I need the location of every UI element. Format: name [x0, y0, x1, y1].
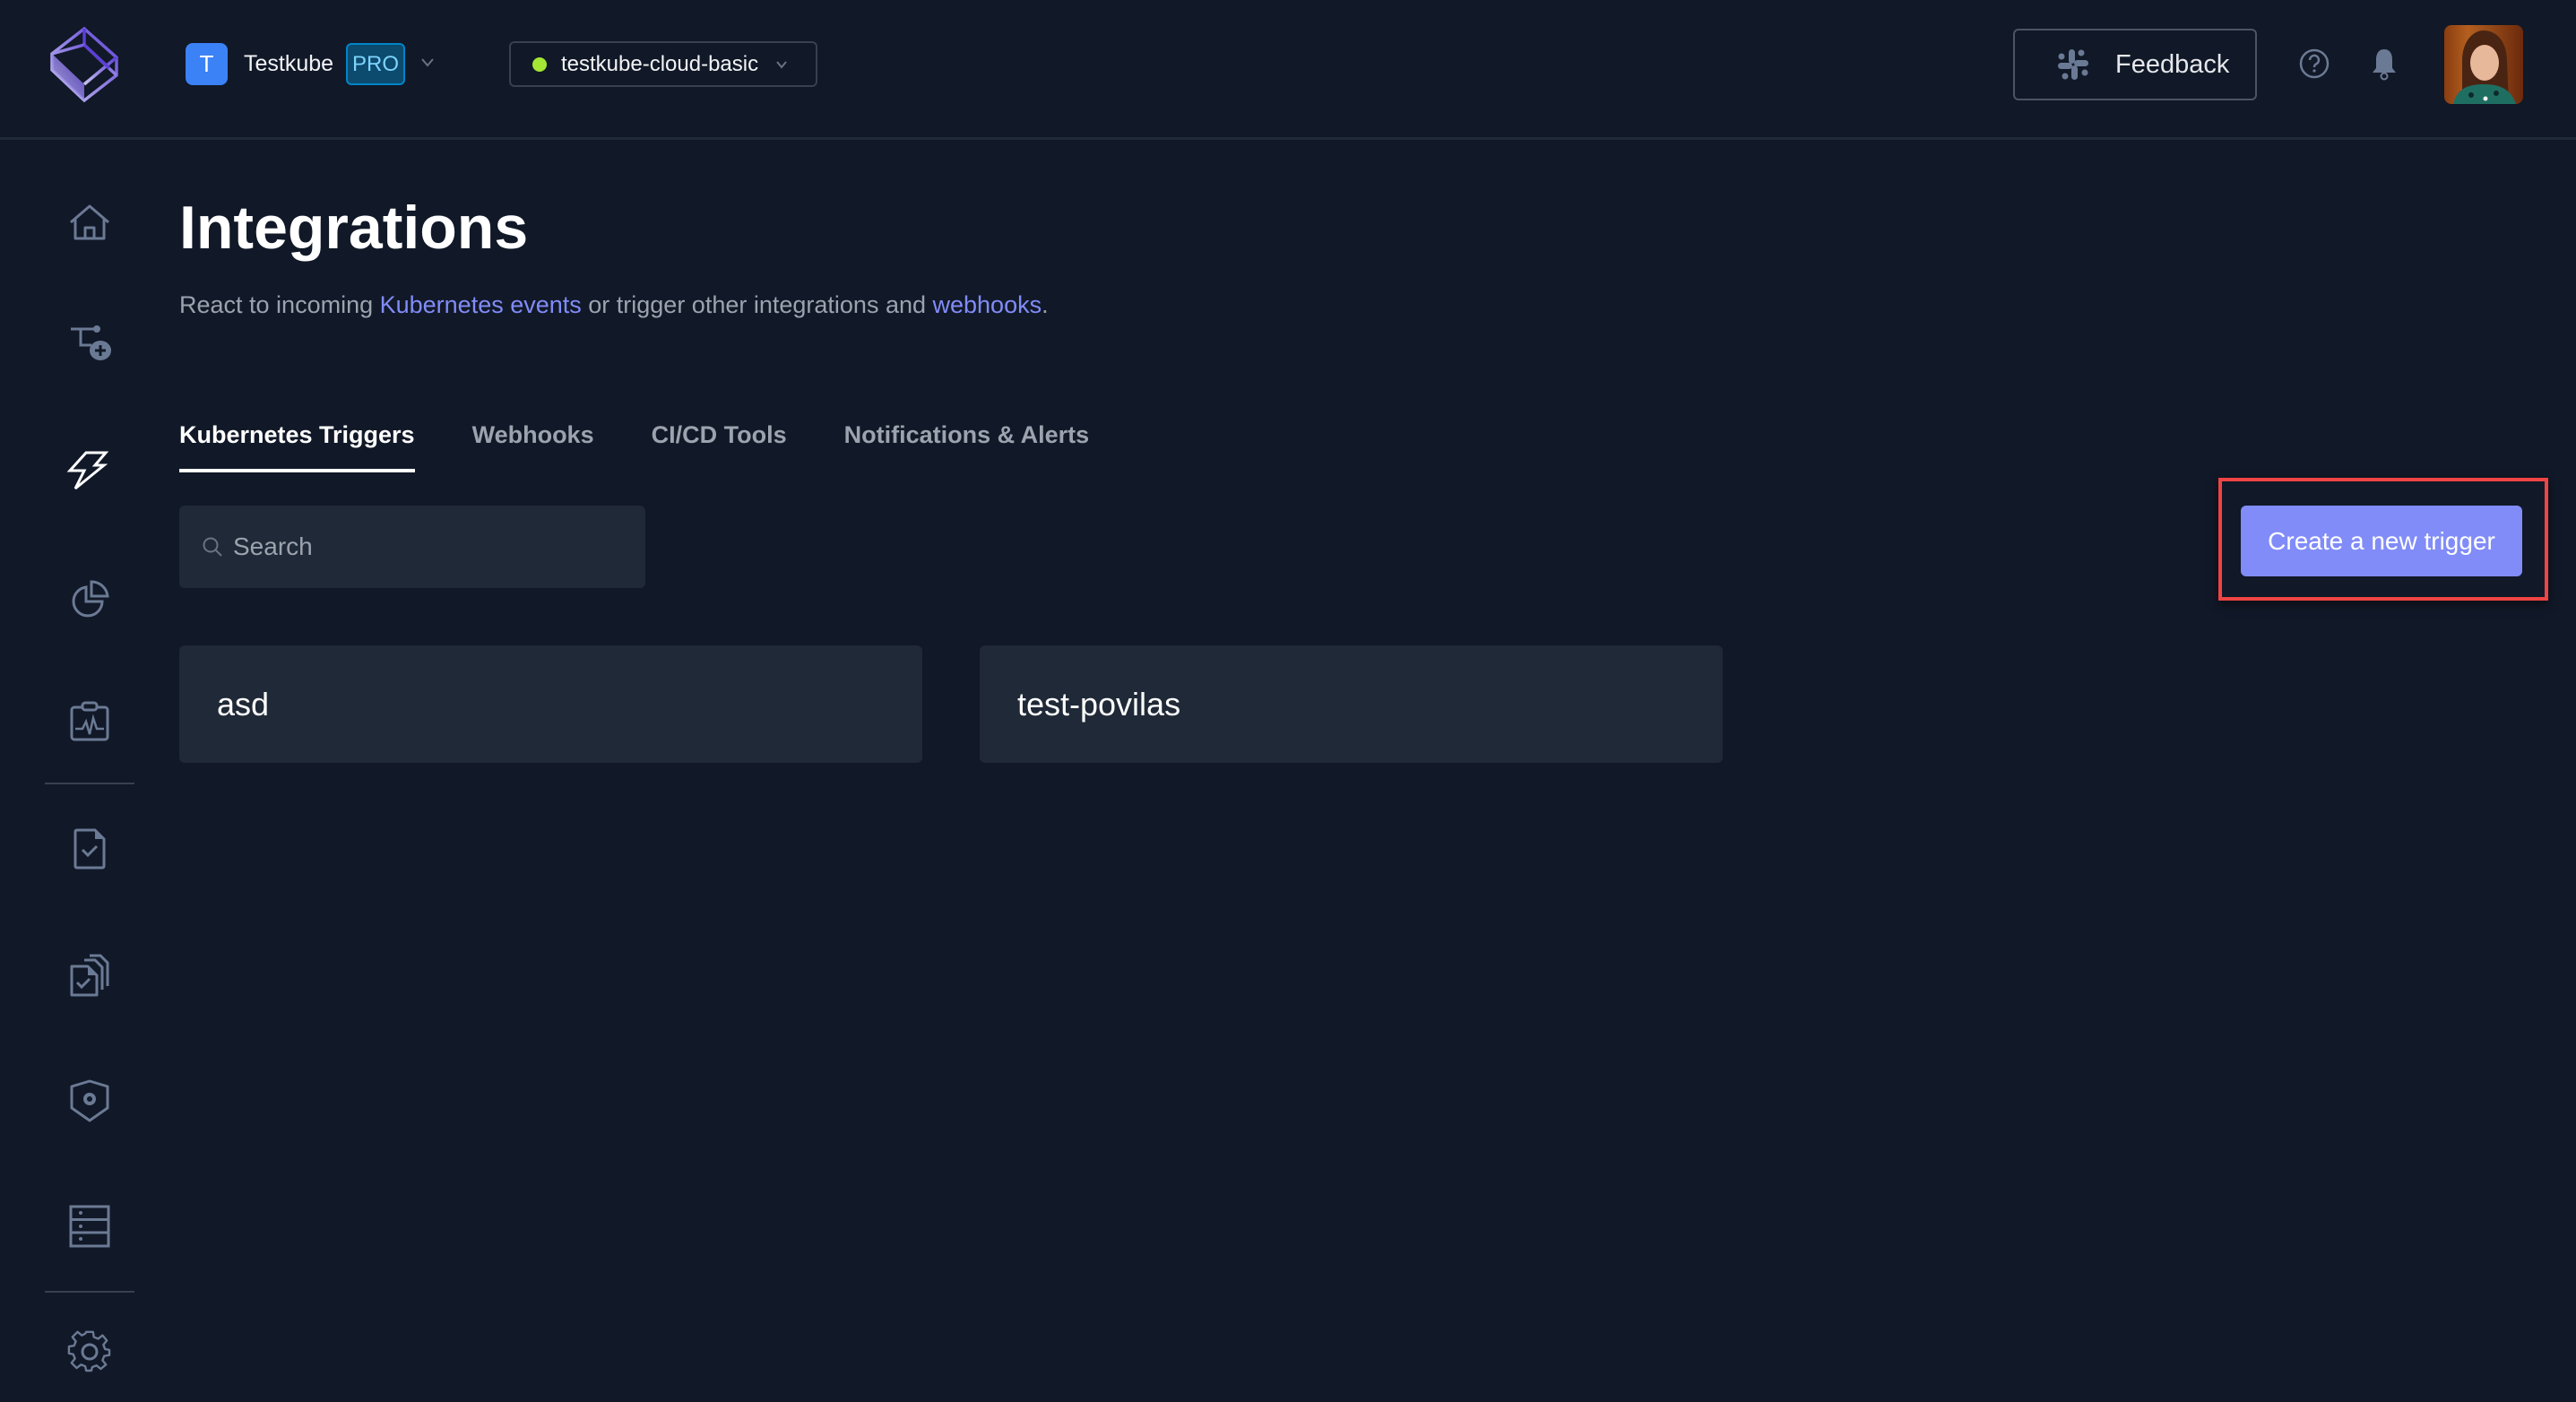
subtitle-text: .: [1042, 291, 1049, 318]
tab-kubernetes-triggers[interactable]: Kubernetes Triggers: [179, 417, 415, 472]
user-avatar[interactable]: [2444, 25, 2523, 104]
sidebar-item-analytics[interactable]: [54, 562, 125, 634]
chevron-down-icon: [776, 60, 787, 69]
sidebar-item-add-workflow[interactable]: [54, 309, 125, 381]
server-icon: [69, 1205, 110, 1248]
files-check-icon: [70, 954, 109, 997]
sidebar: [0, 143, 134, 1402]
slack-icon: [2058, 49, 2088, 80]
environment-status-dot: [532, 56, 547, 72]
trigger-card[interactable]: test-povilas: [980, 645, 1723, 763]
tab-notifications-alerts[interactable]: Notifications & Alerts: [844, 417, 1090, 472]
org-name[interactable]: Testkube: [244, 48, 333, 79]
feedback-button[interactable]: Feedback: [2013, 29, 2257, 100]
search-input[interactable]: [233, 532, 627, 561]
clipboard-pulse-icon: [70, 701, 109, 741]
gear-icon: [67, 1330, 111, 1372]
sidebar-divider: [45, 1291, 134, 1293]
tab-webhooks[interactable]: Webhooks: [472, 417, 594, 472]
org-chevron-down-icon[interactable]: [418, 52, 437, 72]
notifications-bell-icon[interactable]: [2371, 47, 2398, 81]
sidebar-item-security[interactable]: [54, 1065, 125, 1137]
integration-tabs: Kubernetes Triggers Webhooks CI/CD Tools…: [179, 417, 1146, 472]
sidebar-item-settings[interactable]: [54, 1316, 125, 1388]
trigger-name: test-povilas: [1017, 685, 1181, 723]
top-header: T Testkube PRO testkube-cloud-basic Feed…: [0, 0, 2576, 140]
environment-name: testkube-cloud-basic: [561, 51, 759, 76]
subtitle-text: React to incoming: [179, 291, 380, 318]
environment-select[interactable]: testkube-cloud-basic: [509, 41, 817, 87]
sidebar-item-test-suites[interactable]: [54, 939, 125, 1011]
create-trigger-button[interactable]: Create a new trigger: [2241, 506, 2522, 576]
home-icon: [70, 204, 109, 240]
search-icon: [203, 537, 222, 557]
sidebar-divider: [45, 783, 134, 784]
pie-chart-icon: [72, 580, 109, 618]
page-title: Integrations: [179, 194, 529, 262]
kubernetes-events-link[interactable]: Kubernetes events: [380, 291, 582, 318]
lightning-icon: [66, 451, 109, 490]
sidebar-item-reports[interactable]: [54, 686, 125, 757]
subtitle-text: or trigger other integrations and: [581, 291, 933, 318]
sidebar-item-executors[interactable]: [54, 1190, 125, 1262]
trigger-card[interactable]: asd: [179, 645, 922, 763]
search-box: [179, 506, 645, 588]
add-workflow-icon: [71, 325, 111, 360]
file-check-icon: [73, 828, 106, 870]
tab-cicd-tools[interactable]: CI/CD Tools: [652, 417, 787, 472]
shield-gear-icon: [70, 1079, 109, 1122]
user-photo: [2453, 30, 2516, 104]
sidebar-item-integrations[interactable]: [54, 435, 125, 506]
feedback-label: Feedback: [2115, 49, 2230, 79]
org-avatar[interactable]: T: [186, 43, 228, 85]
testkube-logo[interactable]: [47, 25, 122, 104]
trigger-name: asd: [217, 685, 270, 723]
sidebar-item-tests[interactable]: [54, 814, 125, 886]
webhooks-link[interactable]: webhooks: [933, 291, 1042, 318]
sidebar-item-home[interactable]: [54, 186, 125, 258]
plan-badge: PRO: [346, 43, 405, 85]
page-subtitle: React to incoming Kubernetes events or t…: [179, 287, 1049, 323]
help-icon[interactable]: [2298, 48, 2330, 80]
